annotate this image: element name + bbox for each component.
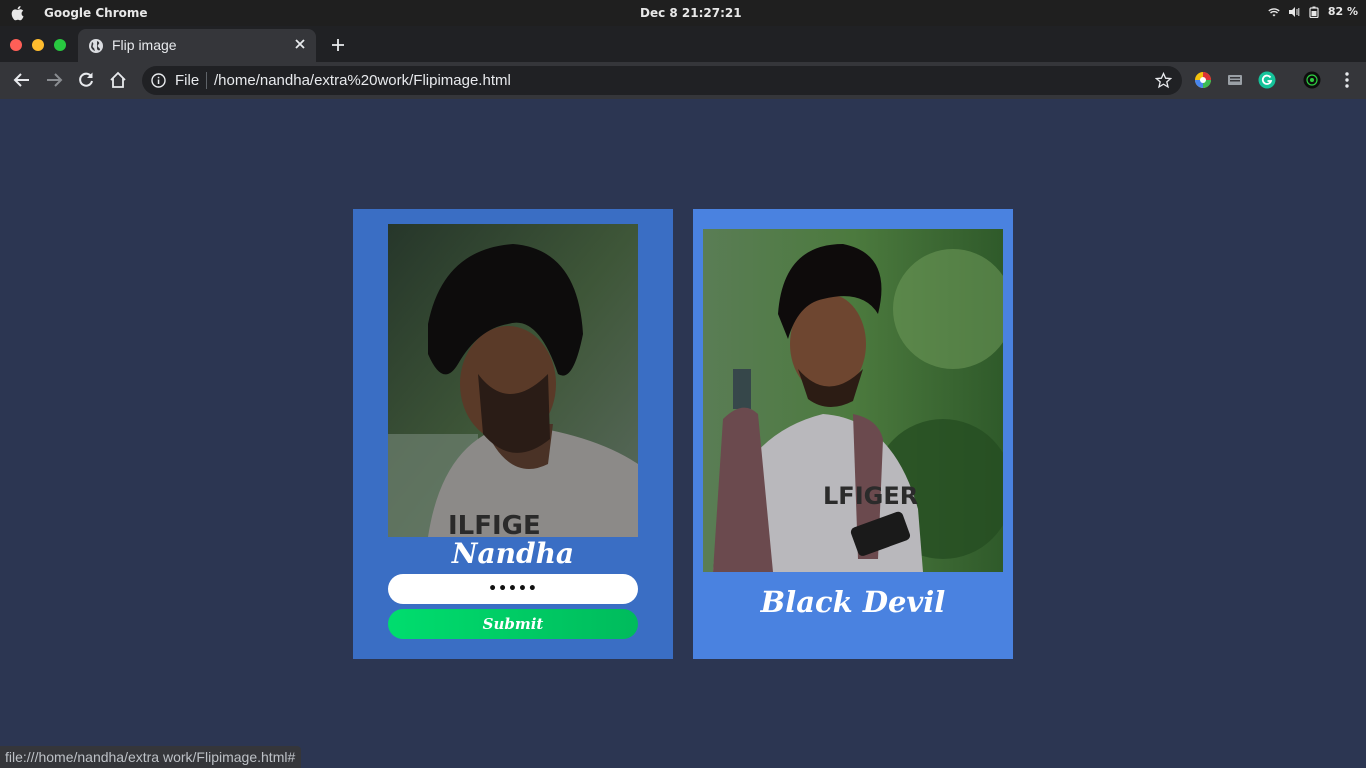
browser-toolbar: File /home/nandha/extra%20work/Flipimage…: [0, 62, 1366, 99]
front-card-name: Nandha: [451, 537, 575, 570]
portrait-image-front: ILFIGE: [388, 224, 638, 537]
wifi-icon: [1268, 7, 1280, 16]
back-card-name: Black Devil: [760, 585, 946, 619]
back-arrow-icon[interactable]: [12, 70, 32, 90]
globe-icon: [89, 39, 103, 53]
window-maximize-button[interactable]: [54, 39, 66, 51]
url-text[interactable]: /home/nandha/extra%20work/Flipimage.html: [214, 72, 511, 89]
tab-strip: Flip image: [0, 26, 1366, 62]
submit-button[interactable]: Submit: [388, 609, 638, 639]
profile-photo-back: LFIGER: [703, 229, 1003, 572]
login-card-front: ILFIGE Nandha Submit: [353, 209, 673, 659]
forward-arrow-icon[interactable]: [44, 70, 64, 90]
os-clock[interactable]: Dec 8 21:27:21: [640, 6, 742, 20]
password-field[interactable]: [388, 574, 638, 604]
url-scheme-label: File: [175, 72, 200, 89]
tab-title: Flip image: [112, 37, 177, 53]
window-close-button[interactable]: [10, 39, 22, 51]
volume-icon: [1288, 6, 1300, 17]
os-app-name[interactable]: Google Chrome: [44, 6, 148, 20]
profile-photo-front: ILFIGE: [388, 224, 638, 537]
omnibox-divider: [206, 72, 207, 89]
svg-text:ILFIGE: ILFIGE: [448, 511, 541, 537]
bookmark-star-icon[interactable]: [1155, 72, 1172, 89]
apple-logo-icon[interactable]: [9, 4, 27, 22]
os-top-bar: Google Chrome Dec 8 21:27:21 82 %: [0, 0, 1366, 26]
status-url-bubble: file:///home/nandha/extra work/Flipimage…: [0, 746, 302, 768]
svg-text:LFIGER: LFIGER: [823, 482, 918, 510]
new-tab-icon[interactable]: [329, 36, 347, 54]
menu-kebab-icon[interactable]: [1337, 70, 1357, 90]
address-bar[interactable]: File /home/nandha/extra%20work/Flipimage…: [142, 66, 1182, 95]
window-minimize-button[interactable]: [32, 39, 44, 51]
home-icon[interactable]: [108, 70, 128, 90]
info-icon[interactable]: [151, 73, 166, 88]
reader-extension-icon[interactable]: [1226, 71, 1244, 89]
profile-avatar-icon[interactable]: [1303, 71, 1321, 89]
tab-flip-image[interactable]: Flip image: [78, 29, 316, 62]
system-tray[interactable]: 82 %: [1268, 5, 1358, 18]
grammarly-icon[interactable]: [1258, 71, 1276, 89]
portrait-image-back: LFIGER: [703, 229, 1003, 572]
color-extension-icon[interactable]: [1194, 71, 1212, 89]
profile-card-back: LFIGER Black Devil: [693, 209, 1013, 659]
tab-close-icon[interactable]: [293, 37, 307, 51]
reload-icon[interactable]: [76, 70, 96, 90]
battery-percentage: 82 %: [1327, 5, 1358, 18]
battery-icon: [1309, 6, 1319, 18]
